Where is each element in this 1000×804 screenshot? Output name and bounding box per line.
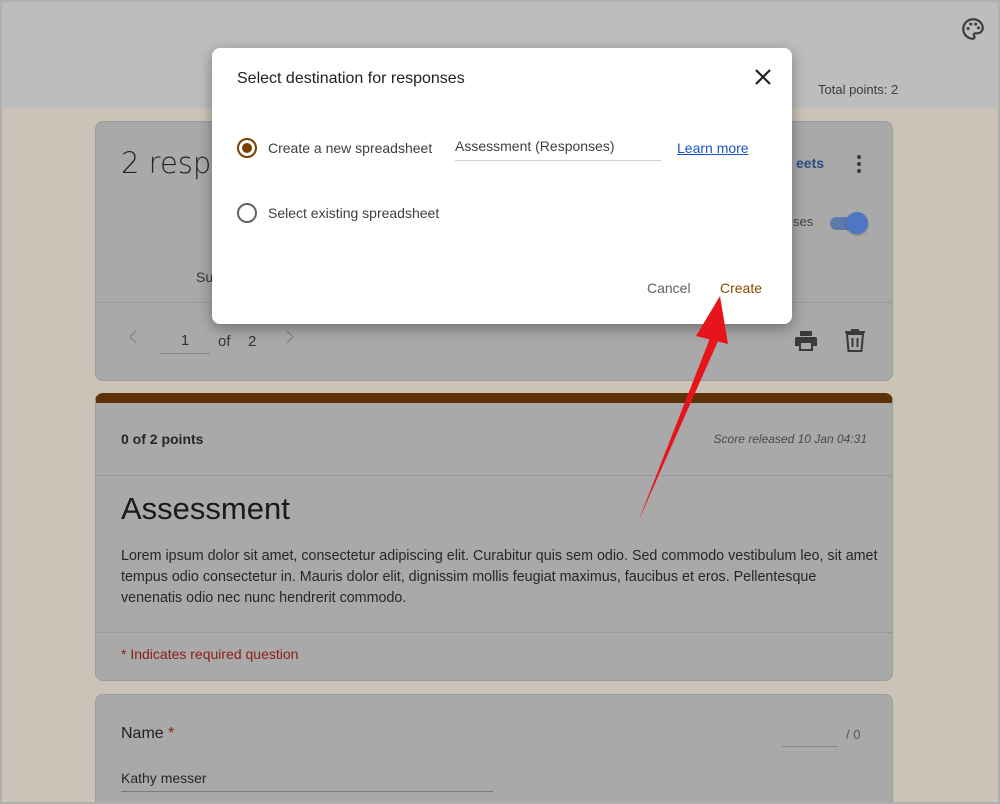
- spreadsheet-name-input[interactable]: Assessment (Responses): [455, 138, 661, 161]
- cancel-button[interactable]: Cancel: [647, 280, 691, 296]
- divider: [96, 632, 892, 633]
- accepting-responses-label: ses: [793, 214, 814, 229]
- pager-total: 2: [248, 333, 257, 350]
- form-title: Assessment: [121, 491, 290, 526]
- learn-more-link[interactable]: Learn more: [677, 140, 749, 156]
- form-header-card: 0 of 2 points Score released 10 Jan 04:3…: [95, 393, 893, 681]
- total-points: Total points: 2: [818, 82, 899, 97]
- app-frame: Total points: 2 2 respo eets ses Su 1 of…: [0, 0, 1000, 804]
- question-title: Name *: [121, 725, 174, 743]
- select-destination-dialog: Select destination for responses Create …: [212, 48, 792, 324]
- points-input[interactable]: [782, 727, 838, 747]
- radio-existing-spreadsheet[interactable]: [237, 203, 257, 223]
- response-page-input[interactable]: 1: [160, 332, 210, 354]
- print-icon[interactable]: [794, 329, 818, 353]
- pager-of-label: of: [218, 333, 231, 350]
- accepting-responses-toggle[interactable]: [828, 212, 868, 234]
- question-card-name: Name * / 0 Kathy messer: [95, 694, 893, 802]
- score-points: 0 of 2 points: [121, 431, 204, 447]
- divider: [96, 475, 892, 476]
- answer-text: Kathy messer: [121, 770, 493, 792]
- score-released-date: Score released 10 Jan 04:31: [713, 432, 867, 446]
- link-to-sheets[interactable]: eets: [796, 155, 824, 171]
- close-icon[interactable]: [754, 68, 772, 86]
- question-label: Name: [121, 725, 164, 742]
- dialog-title: Select destination for responses: [237, 70, 465, 87]
- points-max: / 0: [846, 727, 861, 742]
- palette-icon[interactable]: [960, 16, 986, 42]
- required-star: *: [168, 725, 175, 742]
- tab-summary[interactable]: Su: [196, 269, 213, 285]
- more-vert-icon[interactable]: [853, 154, 865, 174]
- radio-new-spreadsheet[interactable]: [237, 138, 257, 158]
- option-new-spreadsheet-label[interactable]: Create a new spreadsheet: [268, 140, 432, 156]
- option-existing-spreadsheet-label[interactable]: Select existing spreadsheet: [268, 205, 439, 221]
- create-button[interactable]: Create: [720, 280, 762, 296]
- form-description: Lorem ipsum dolor sit amet, consectetur …: [121, 548, 878, 606]
- delete-icon[interactable]: [844, 328, 866, 352]
- chevron-left-icon[interactable]: [128, 330, 138, 344]
- toggle-thumb: [846, 212, 868, 234]
- required-question-note: * Indicates required question: [121, 646, 299, 662]
- chevron-right-icon[interactable]: [285, 330, 295, 344]
